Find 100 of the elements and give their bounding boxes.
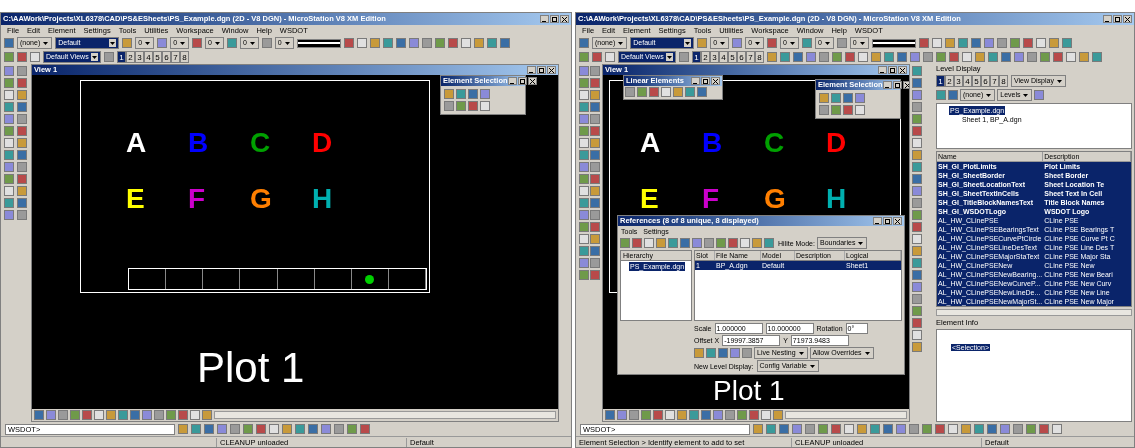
tool-icon[interactable] <box>1009 38 1020 48</box>
tool-icon[interactable] <box>970 38 981 48</box>
maximize-icon <box>894 82 900 88</box>
caret-icon <box>809 364 815 368</box>
minimize-button[interactable] <box>878 66 887 74</box>
close-button[interactable] <box>547 66 556 74</box>
minimize-button[interactable] <box>873 217 882 225</box>
maximize-icon <box>1115 16 1120 22</box>
tool-icon[interactable] <box>697 38 708 48</box>
tool-icon[interactable] <box>157 38 168 48</box>
maximize-button[interactable] <box>888 66 897 74</box>
drawing-letter: A <box>640 129 662 157</box>
line-style-swatch[interactable] <box>871 38 916 48</box>
tool-icon[interactable] <box>918 38 929 48</box>
maximize-button[interactable] <box>537 66 546 74</box>
maximize-icon <box>703 78 708 84</box>
view-number-button[interactable]: 1 <box>117 51 126 63</box>
tool-icon[interactable] <box>996 38 1007 48</box>
tool-icon[interactable] <box>408 38 419 48</box>
plot-label: Plot 1 <box>713 377 785 405</box>
close-button[interactable] <box>1123 15 1132 23</box>
tool-icon[interactable] <box>460 38 471 48</box>
tool-icon[interactable] <box>1035 38 1046 48</box>
tool-icon[interactable] <box>836 38 847 48</box>
tool-icon[interactable] <box>486 38 497 48</box>
caret-icon <box>858 241 864 245</box>
tool-icon[interactable] <box>473 38 484 48</box>
caret-icon <box>618 41 624 45</box>
maximize-button[interactable] <box>550 15 559 23</box>
minimize-button[interactable] <box>691 77 700 85</box>
view-number-button[interactable]: 8 <box>999 75 1008 87</box>
tool-icon[interactable] <box>1061 38 1072 48</box>
caret-icon <box>180 41 186 45</box>
close-icon <box>895 218 900 224</box>
caret-icon <box>824 41 830 45</box>
tool-icon[interactable] <box>1048 38 1059 48</box>
close-button[interactable] <box>893 217 902 225</box>
tool-icon[interactable] <box>1022 38 1033 48</box>
tool-icon[interactable] <box>369 38 380 48</box>
close-icon <box>713 78 718 84</box>
tool-icon[interactable] <box>343 38 354 48</box>
tool-icon[interactable] <box>447 38 458 48</box>
maximize-button[interactable] <box>517 77 527 85</box>
tool-icon[interactable] <box>801 38 812 48</box>
close-button[interactable] <box>898 66 907 74</box>
caret-icon <box>720 41 726 45</box>
view-number-button[interactable]: 8 <box>755 51 764 63</box>
tool-icon[interactable] <box>356 38 367 48</box>
view-number-button[interactable]: 1 <box>936 75 945 87</box>
caret-icon <box>1023 93 1029 97</box>
tool-icon[interactable] <box>261 38 272 48</box>
caret-icon <box>755 41 761 45</box>
tool-icon[interactable] <box>1034 90 1045 100</box>
tool-icon[interactable] <box>382 38 393 48</box>
caret-icon <box>145 41 151 45</box>
maximize-button[interactable] <box>883 217 892 225</box>
close-button[interactable] <box>711 77 720 85</box>
minimize-button[interactable] <box>540 15 549 23</box>
caret-icon <box>789 41 795 45</box>
maximize-icon <box>552 16 557 22</box>
drawing-letter: E <box>126 185 146 213</box>
view-number-button[interactable]: 8 <box>180 51 189 63</box>
close-button[interactable] <box>560 15 569 23</box>
drawing-letter: D <box>312 129 334 157</box>
tool-icon[interactable] <box>421 38 432 48</box>
tool-icon[interactable] <box>732 38 743 48</box>
caret-icon <box>284 41 290 45</box>
tool-icon[interactable] <box>226 38 237 48</box>
minimize-button[interactable] <box>882 81 892 89</box>
view-number-button[interactable]: 1 <box>692 51 701 63</box>
tool-icon[interactable] <box>122 38 133 48</box>
drawing-letter: H <box>312 185 334 213</box>
tool-icon[interactable] <box>679 52 689 62</box>
tool-icon[interactable] <box>931 38 942 48</box>
tool-icon[interactable] <box>983 38 994 48</box>
tool-icon[interactable] <box>499 38 510 48</box>
drawing-letter: B <box>188 129 210 157</box>
drawing-letter: G <box>764 185 787 213</box>
maximize-button[interactable] <box>701 77 710 85</box>
tool-icon[interactable] <box>434 38 445 48</box>
tool-icon[interactable] <box>944 38 955 48</box>
tool-icon[interactable] <box>957 38 968 48</box>
close-button[interactable] <box>902 81 909 89</box>
caret-icon <box>685 41 691 45</box>
close-button[interactable] <box>527 77 537 85</box>
line-style-swatch[interactable] <box>296 38 341 48</box>
tool-icon[interactable] <box>395 38 406 48</box>
maximize-button[interactable] <box>892 81 902 89</box>
drawing-letter: E <box>640 185 660 213</box>
tool-icon[interactable] <box>192 38 203 48</box>
tool-icon[interactable] <box>767 38 778 48</box>
plot-label: Plot 1 <box>197 347 305 389</box>
minimize-button[interactable] <box>527 66 536 74</box>
close-icon <box>900 67 905 73</box>
maximize-icon <box>519 78 525 84</box>
drawing-letter: G <box>250 185 273 213</box>
minimize-button[interactable] <box>1103 15 1112 23</box>
maximize-button[interactable] <box>1113 15 1122 23</box>
tool-icon[interactable] <box>104 52 114 62</box>
minimize-button[interactable] <box>507 77 517 85</box>
